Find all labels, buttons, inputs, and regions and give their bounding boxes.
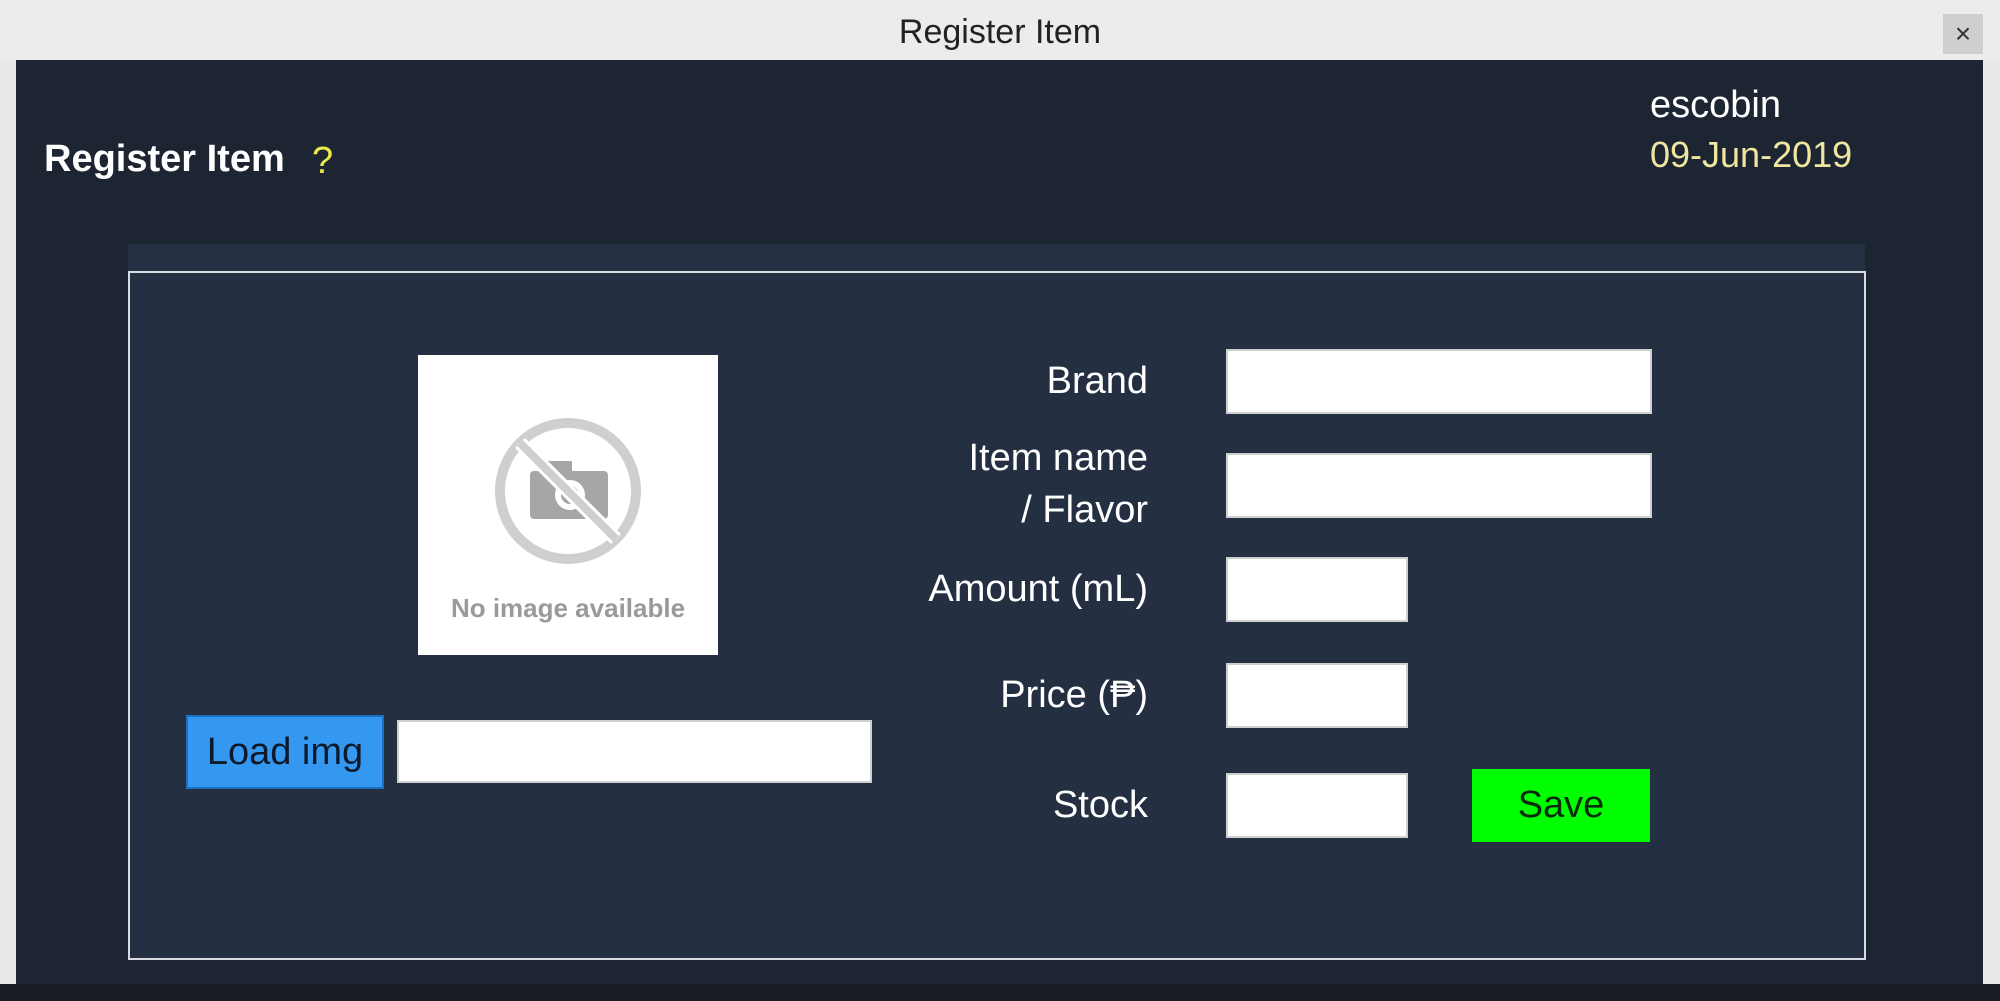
date-label: 09-Jun-2019: [1650, 134, 1853, 175]
window-title: Register Item: [898, 13, 1102, 51]
stock-label: Stock: [1052, 784, 1148, 826]
item-name-label-line2: / Flavor: [1021, 489, 1148, 531]
no-image-text: No image available: [450, 593, 686, 623]
item-name-label-line1: Item name: [968, 437, 1148, 479]
close-button[interactable]: ×: [1943, 14, 1983, 54]
brand-field[interactable]: [1226, 349, 1652, 414]
page-title: Register Item: [44, 138, 285, 180]
stock-field[interactable]: [1226, 773, 1408, 838]
price-field[interactable]: [1226, 663, 1408, 728]
help-button[interactable]: ?: [312, 140, 333, 183]
item-image-preview: No image available: [418, 355, 718, 655]
register-item-window: Register Item × Register Item ? escobin …: [0, 0, 2000, 1001]
amount-label: Amount (mL): [928, 568, 1148, 610]
save-button[interactable]: Save: [1472, 769, 1650, 842]
load-image-button[interactable]: Load img: [186, 715, 384, 789]
image-path-field[interactable]: [397, 720, 872, 783]
item-name-field[interactable]: [1226, 453, 1652, 518]
price-label: Price (₱): [1000, 674, 1148, 716]
window-bottom-edge: [0, 984, 2000, 1001]
amount-field[interactable]: [1226, 557, 1408, 622]
title-bar: Register Item ×: [0, 0, 2000, 60]
no-camera-icon: [495, 418, 641, 564]
panel-header-strip: [128, 244, 1865, 272]
brand-label: Brand: [1046, 360, 1148, 402]
username-label: escobin: [1650, 84, 1781, 126]
